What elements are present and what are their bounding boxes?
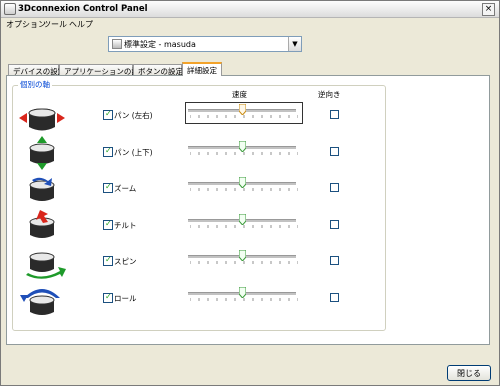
slider-thumb[interactable] (239, 104, 246, 115)
profile-select[interactable]: 標準設定 - masuda ▼ (108, 36, 302, 52)
axis-reverse-checkbox[interactable] (330, 183, 339, 192)
axis-speed-slider[interactable] (185, 102, 303, 124)
slider-thumb[interactable] (239, 287, 246, 298)
slider-thumb[interactable] (239, 177, 246, 188)
close-button[interactable]: 閉じる (447, 365, 491, 381)
reverse-header: 逆向き (318, 90, 341, 99)
pan-up-down-icon (29, 136, 55, 170)
app-icon (4, 3, 16, 15)
menu-help[interactable]: ヘルプ (69, 19, 93, 30)
axis-reverse-checkbox[interactable] (330, 256, 339, 265)
axis-speed-slider[interactable] (186, 176, 302, 196)
axis-enabled-checkbox[interactable]: ✓ (103, 255, 113, 266)
axis-enabled-checkbox[interactable]: ✓ (103, 219, 113, 230)
speed-header: 速度 (232, 90, 247, 99)
tab-application-settings[interactable]: アプリケーションの設定 (59, 64, 146, 76)
window-close-button[interactable]: × (482, 3, 495, 16)
chevron-down-icon[interactable]: ▼ (288, 37, 301, 51)
roll-icon (20, 289, 60, 315)
axis-label: パン (上下) (114, 148, 153, 157)
axis-enabled-checkbox[interactable]: ✓ (103, 109, 113, 120)
profile-select-value: 標準設定 - masuda (124, 40, 196, 49)
axis-label: パン (左右) (114, 111, 153, 120)
window-title: 3Dconnexion Control Panel (18, 4, 148, 14)
axis-speed-slider[interactable] (186, 249, 302, 269)
axis-reverse-checkbox[interactable] (330, 110, 339, 119)
axis-enabled-checkbox[interactable]: ✓ (103, 146, 113, 157)
axis-speed-slider[interactable] (186, 140, 302, 160)
zoom-icon (29, 177, 55, 201)
axis-enabled-checkbox[interactable]: ✓ (103, 292, 113, 303)
profile-icon (112, 39, 122, 49)
axis-label: ロール (114, 294, 137, 303)
spin-icon (26, 252, 66, 279)
axis-enabled-checkbox[interactable]: ✓ (103, 182, 113, 193)
slider-thumb[interactable] (239, 214, 246, 225)
pan-left-right-icon (19, 108, 65, 131)
menu-options[interactable]: オプション (6, 19, 46, 30)
axes-group-label: 個別の軸 (18, 79, 52, 90)
tilt-icon (29, 210, 55, 238)
axis-speed-slider[interactable] (186, 286, 302, 306)
axis-label: チルト (114, 221, 137, 230)
menu-tools[interactable]: ツール (43, 19, 67, 30)
axis-reverse-checkbox[interactable] (330, 147, 339, 156)
tab-button-settings[interactable]: ボタンの設定 (133, 64, 183, 76)
menu-bar: オプション ツール ヘルプ (1, 18, 499, 30)
axis-label: スピン (114, 257, 137, 266)
slider-thumb[interactable] (239, 141, 246, 152)
axis-label: ズーム (114, 184, 137, 193)
title-bar: 3Dconnexion Control Panel × (1, 1, 499, 18)
slider-thumb[interactable] (239, 250, 246, 261)
tab-device-settings[interactable]: デバイスの設定 (8, 64, 65, 76)
axis-reverse-checkbox[interactable] (330, 293, 339, 302)
tab-advanced-settings[interactable]: 詳細設定 (182, 62, 222, 76)
axis-speed-slider[interactable] (186, 213, 302, 233)
axis-reverse-checkbox[interactable] (330, 220, 339, 229)
